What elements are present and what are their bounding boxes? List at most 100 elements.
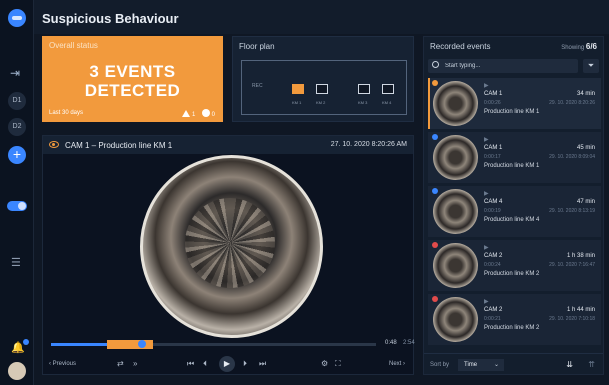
filter-button[interactable]: ⏷ xyxy=(583,59,599,73)
event-status-dot xyxy=(432,242,438,248)
search-input[interactable] xyxy=(445,61,573,71)
fullscreen-icon[interactable]: ⛶ xyxy=(335,359,341,369)
camera-km4-icon[interactable] xyxy=(382,84,394,94)
event-item[interactable]: ▶ CAM 2 1 h 38 min 0:00:24 29. 10. 2020 7:16… xyxy=(428,240,601,291)
settings-gear-icon[interactable]: ⚙ xyxy=(321,359,328,368)
sort-ascending-icon[interactable]: ⇈ xyxy=(588,360,595,369)
event-date: 29. 10. 2020 7:10:18 xyxy=(549,316,595,322)
rail-item-d1[interactable]: D1 xyxy=(8,92,26,110)
user-avatar[interactable] xyxy=(8,362,26,380)
event-item[interactable]: ▶ CAM 2 1 h 44 min 0:00:21 29. 10. 2020 7:10… xyxy=(428,294,601,345)
collapse-arrow-icon[interactable]: ⇥ xyxy=(10,66,20,80)
event-thumbnail xyxy=(433,297,478,342)
event-camera: CAM 2 xyxy=(484,307,503,313)
step-back-icon[interactable]: ⏴ xyxy=(203,359,207,369)
status-period: Last 30 days xyxy=(49,110,84,116)
timeline-handle[interactable] xyxy=(138,340,146,348)
skip-ahead-icon[interactable]: » xyxy=(133,359,137,368)
warning-count: 1 xyxy=(191,112,196,118)
previous-label: Previous xyxy=(52,361,77,367)
event-camera: CAM 1 xyxy=(484,91,503,97)
event-line: Production line KM 1 xyxy=(484,163,540,169)
event-status-dot xyxy=(432,296,438,302)
video-timeline[interactable] xyxy=(51,340,376,349)
floor-plan-map[interactable]: REC KM 1 KM 2 KM 3 KM 4 xyxy=(241,60,407,115)
event-code: 0:00:21 xyxy=(484,316,501,322)
event-status-dot xyxy=(432,134,438,140)
ok-count: 0 xyxy=(211,112,215,118)
event-item[interactable]: ▶ CAM 4 47 min 0:00:19 29. 10. 2020 8:13:19 P… xyxy=(428,186,601,237)
previous-button[interactable]: ‹ Previous xyxy=(49,361,76,367)
event-camera: CAM 1 xyxy=(484,145,503,151)
event-line: Production line KM 2 xyxy=(484,325,540,331)
play-button[interactable]: ▶ xyxy=(219,356,235,372)
camera-label-km2: KM 2 xyxy=(316,100,326,105)
event-line: Production line KM 1 xyxy=(484,109,540,115)
sort-descending-icon[interactable]: ⇊ xyxy=(566,360,573,369)
sort-select[interactable]: Time ⌄ xyxy=(458,359,504,371)
status-counts: 1 0 xyxy=(182,109,215,118)
sort-bar: Sort by Time ⌄ ⇊ ⇈ xyxy=(424,353,603,375)
event-item[interactable]: ▶ CAM 1 34 min 0:00:26 29. 10. 2020 8:20:26 P… xyxy=(428,78,601,129)
sort-label: Sort by xyxy=(430,362,450,368)
step-forward-icon[interactable]: ⏵ xyxy=(243,359,247,369)
event-code: 0:00:17 xyxy=(484,154,501,160)
notification-dot xyxy=(22,339,29,345)
play-small-icon: ▶ xyxy=(484,137,489,143)
play-small-icon: ▶ xyxy=(484,299,489,305)
event-date: 29. 10. 2020 8:13:19 xyxy=(549,208,595,214)
repeat-icon[interactable]: ⇄ xyxy=(117,359,124,368)
events-count-line2: DETECTED xyxy=(84,81,181,100)
chevron-down-icon: ⌄ xyxy=(493,362,499,368)
play-small-icon: ▶ xyxy=(484,245,489,251)
recorded-events-panel: Recorded events Showing 6/6 ⏷ ▶ CAM 1 34 m… xyxy=(423,36,604,375)
overall-status-card: Overall status 3 EVENTS DETECTED Last 30… xyxy=(42,36,223,122)
event-duration: 47 min xyxy=(576,199,595,205)
mode-toggle[interactable] xyxy=(7,201,27,211)
next-label: Next xyxy=(388,361,402,367)
play-small-icon: ▶ xyxy=(484,191,489,197)
camera-label-km4: KM 4 xyxy=(382,100,392,105)
next-button[interactable]: Next › xyxy=(389,361,405,367)
showing-count: Showing 6/6 xyxy=(561,42,597,51)
camera-km3-icon[interactable] xyxy=(358,84,370,94)
skip-start-icon[interactable]: ⏮ xyxy=(187,359,194,369)
app-logo xyxy=(8,9,26,27)
event-camera: CAM 4 xyxy=(484,199,503,205)
event-thumbnail xyxy=(433,243,478,288)
search-icon xyxy=(432,61,439,68)
eye-icon xyxy=(49,141,59,148)
notification-bell-icon[interactable]: 🔔 xyxy=(11,339,29,354)
floor-plan-label: Floor plan xyxy=(239,42,275,51)
video-header: CAM 1 – Production line KM 1 27. 10. 202… xyxy=(43,136,413,154)
event-line: Production line KM 2 xyxy=(484,271,540,277)
recorded-events-label: Recorded events xyxy=(430,42,491,51)
floor-plan-panel: Floor plan REC KM 1 KM 2 KM 3 KM 4 xyxy=(232,36,414,122)
showing-label: Showing xyxy=(561,45,585,51)
skip-end-icon[interactable]: ⏭ xyxy=(259,359,266,369)
sort-value: Time xyxy=(464,362,478,368)
event-date: 29. 10. 2020 7:16:47 xyxy=(549,262,595,268)
event-code: 0:00:24 xyxy=(484,262,501,268)
event-code: 0:00:19 xyxy=(484,208,501,214)
fisheye-video-frame[interactable] xyxy=(140,155,323,338)
add-button[interactable]: + xyxy=(8,146,26,164)
event-marker[interactable] xyxy=(107,340,153,349)
camera-km1-icon[interactable] xyxy=(292,84,304,94)
video-player: CAM 1 – Production line KM 1 27. 10. 202… xyxy=(42,135,415,375)
video-controls: ‹ Previous ⇄ » ⏮ ⏴ ▶ ⏵ ⏭ ⚙ ⛶ Next › xyxy=(43,353,413,375)
camera-km2-icon[interactable] xyxy=(316,84,328,94)
event-line: Production line KM 4 xyxy=(484,217,540,223)
video-camera-title: CAM 1 – Production line KM 1 xyxy=(65,141,173,150)
rail-item-d2[interactable]: D2 xyxy=(8,118,26,136)
event-duration: 45 min xyxy=(576,145,595,151)
settings-sliders-icon[interactable]: ☰ xyxy=(11,256,21,269)
current-time: 0:48 xyxy=(385,340,397,346)
event-item[interactable]: ▶ CAM 1 45 min 0:00:17 29. 10. 2020 8:09:04 P… xyxy=(428,132,601,183)
camera-label-km3: KM 3 xyxy=(358,100,368,105)
event-thumbnail xyxy=(433,135,478,180)
event-code: 0:00:26 xyxy=(484,100,501,106)
camera-label-km1: KM 1 xyxy=(292,100,302,105)
rec-label: REC xyxy=(252,83,263,89)
events-search[interactable] xyxy=(428,59,578,73)
